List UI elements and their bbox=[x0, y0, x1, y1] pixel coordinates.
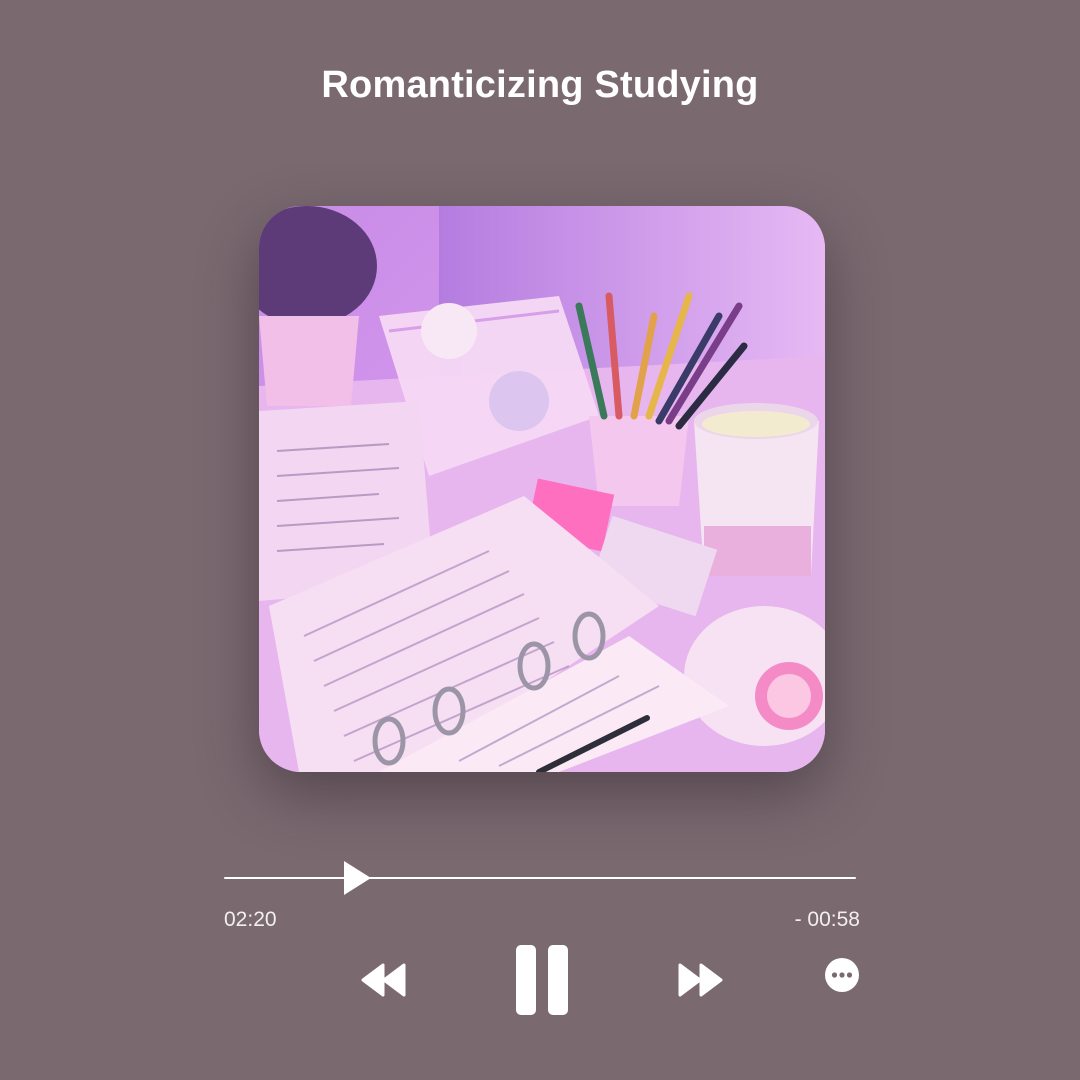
rewind-button[interactable] bbox=[361, 963, 407, 997]
more-options-button[interactable] bbox=[824, 957, 860, 993]
rewind-icon bbox=[361, 963, 406, 997]
remaining-time: - 00:58 bbox=[794, 908, 860, 931]
pause-button[interactable] bbox=[515, 944, 571, 1016]
album-art bbox=[259, 206, 825, 772]
more-options-icon bbox=[825, 958, 859, 992]
elapsed-time: 02:20 bbox=[224, 908, 277, 931]
pause-icon bbox=[516, 945, 568, 1015]
fast-forward-button[interactable] bbox=[677, 963, 723, 997]
progress-track[interactable] bbox=[224, 877, 856, 879]
track-title: Romanticizing Studying bbox=[321, 64, 759, 106]
fast-forward-icon bbox=[678, 963, 723, 997]
progress-thumb[interactable] bbox=[344, 861, 372, 895]
progress-bar[interactable] bbox=[224, 858, 856, 898]
